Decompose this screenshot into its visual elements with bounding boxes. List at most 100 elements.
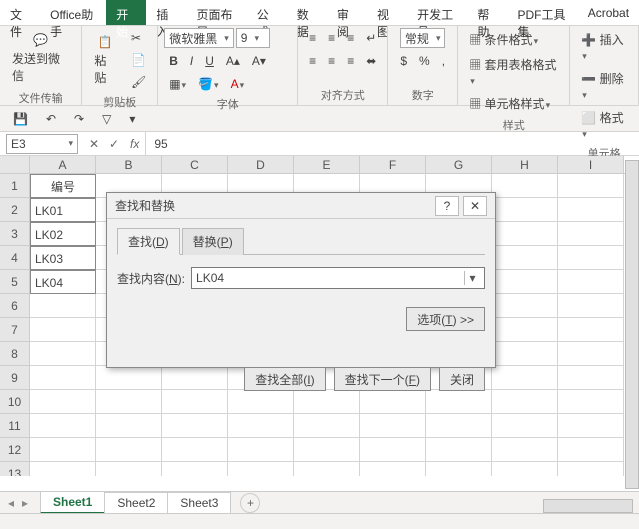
col-header[interactable]: C: [162, 156, 228, 173]
insert-cells-button[interactable]: ➕ 插入▾: [576, 28, 632, 65]
cell[interactable]: [492, 366, 558, 390]
merge-button[interactable]: ⬌: [361, 51, 381, 71]
cell[interactable]: [492, 198, 558, 222]
menu-page-layout[interactable]: 页面布局: [186, 0, 246, 25]
cell[interactable]: [30, 438, 96, 462]
cell[interactable]: LK04: [30, 270, 96, 294]
cell[interactable]: [96, 414, 162, 438]
menu-acrobat[interactable]: Acrobat: [578, 0, 639, 25]
cell[interactable]: [558, 318, 624, 342]
row-header[interactable]: 13: [0, 462, 30, 476]
menu-data[interactable]: 数据: [287, 0, 327, 25]
cell[interactable]: [492, 438, 558, 462]
cell[interactable]: [492, 246, 558, 270]
qat-save-button[interactable]: 💾: [8, 109, 33, 129]
chevron-down-icon[interactable]: ▾: [464, 271, 480, 285]
row-header[interactable]: 10: [0, 390, 30, 414]
row-header[interactable]: 9: [0, 366, 30, 390]
cell[interactable]: [558, 246, 624, 270]
horizontal-scrollbar[interactable]: [543, 499, 633, 513]
cell[interactable]: 编号: [30, 174, 96, 198]
col-header[interactable]: A: [30, 156, 96, 173]
cell[interactable]: [558, 462, 624, 476]
copy-button[interactable]: 📄: [126, 50, 151, 70]
row-header[interactable]: 7: [0, 318, 30, 342]
cell[interactable]: [360, 438, 426, 462]
cell[interactable]: [30, 294, 96, 318]
cell[interactable]: [426, 462, 492, 476]
align-bottom-button[interactable]: ≡: [342, 28, 359, 48]
menu-view[interactable]: 视图: [367, 0, 407, 25]
options-button[interactable]: 选项(T) >>: [406, 307, 485, 331]
cell[interactable]: [294, 414, 360, 438]
row-header[interactable]: 11: [0, 414, 30, 438]
row-header[interactable]: 4: [0, 246, 30, 270]
cell[interactable]: [492, 414, 558, 438]
cell[interactable]: LK03: [30, 246, 96, 270]
cell-style-button[interactable]: ▦ 单元格样式▾: [464, 92, 555, 115]
sheet-nav-prev[interactable]: ◂: [8, 496, 14, 510]
cell[interactable]: [228, 414, 294, 438]
menu-help[interactable]: 帮助: [467, 0, 507, 25]
cell[interactable]: [492, 174, 558, 198]
col-header[interactable]: F: [360, 156, 426, 173]
align-middle-button[interactable]: ≡: [323, 28, 340, 48]
vertical-scrollbar[interactable]: [625, 160, 639, 489]
cell[interactable]: [294, 438, 360, 462]
select-all-corner[interactable]: [0, 156, 30, 173]
cell[interactable]: [558, 294, 624, 318]
sheet-tab[interactable]: Sheet3: [167, 492, 231, 513]
cell[interactable]: [558, 174, 624, 198]
col-header[interactable]: G: [426, 156, 492, 173]
cell[interactable]: [492, 294, 558, 318]
cell[interactable]: [30, 318, 96, 342]
comma-button[interactable]: ,: [437, 51, 450, 71]
row-header[interactable]: 12: [0, 438, 30, 462]
row-header[interactable]: 1: [0, 174, 30, 198]
qat-filter-button[interactable]: ▽: [97, 109, 116, 129]
cell[interactable]: [30, 390, 96, 414]
cut-button[interactable]: ✂: [126, 28, 151, 48]
cell[interactable]: [360, 414, 426, 438]
cell[interactable]: [360, 462, 426, 476]
cell[interactable]: [558, 342, 624, 366]
cell[interactable]: [558, 438, 624, 462]
cell[interactable]: [30, 462, 96, 476]
cell[interactable]: [558, 198, 624, 222]
cancel-edit-button[interactable]: ✕: [84, 137, 104, 151]
format-painter-button[interactable]: 🖌: [126, 72, 151, 92]
align-top-button[interactable]: ≡: [304, 28, 321, 48]
find-input[interactable]: LK04▾: [191, 267, 485, 289]
cell[interactable]: [558, 222, 624, 246]
cell[interactable]: [492, 462, 558, 476]
cell[interactable]: [162, 414, 228, 438]
sheet-nav-next[interactable]: ▸: [22, 496, 28, 510]
cell[interactable]: [30, 366, 96, 390]
font-shrink-button[interactable]: A▾: [247, 51, 271, 71]
conditional-format-button[interactable]: ▦ 条件格式▾: [464, 28, 543, 51]
cell[interactable]: [558, 414, 624, 438]
font-grow-button[interactable]: A▴: [221, 51, 245, 71]
row-header[interactable]: 3: [0, 222, 30, 246]
qat-undo-button[interactable]: ↶: [41, 109, 61, 129]
align-left-button[interactable]: ≡: [304, 51, 321, 71]
col-header[interactable]: E: [294, 156, 360, 173]
delete-cells-button[interactable]: ➖ 删除▾: [576, 67, 632, 104]
menu-pdf-tools[interactable]: PDF工具集: [507, 0, 577, 25]
cell[interactable]: [30, 342, 96, 366]
font-color-button[interactable]: A▾: [226, 74, 250, 94]
tab-replace[interactable]: 替换(P): [182, 228, 244, 255]
align-right-button[interactable]: ≡: [342, 51, 359, 71]
cell[interactable]: [492, 222, 558, 246]
close-button[interactable]: 关闭: [439, 367, 485, 391]
cell[interactable]: [492, 390, 558, 414]
row-header[interactable]: 6: [0, 294, 30, 318]
italic-button[interactable]: I: [185, 51, 198, 71]
menu-office-helper[interactable]: Office助手: [40, 0, 106, 25]
cell[interactable]: [492, 342, 558, 366]
send-to-wechat-button[interactable]: 💬发送到微信: [6, 28, 75, 88]
menu-home[interactable]: 开始: [106, 0, 146, 25]
qat-more-button[interactable]: ▾: [124, 109, 140, 129]
cell[interactable]: [30, 414, 96, 438]
wrap-text-button[interactable]: ↵: [361, 28, 381, 48]
